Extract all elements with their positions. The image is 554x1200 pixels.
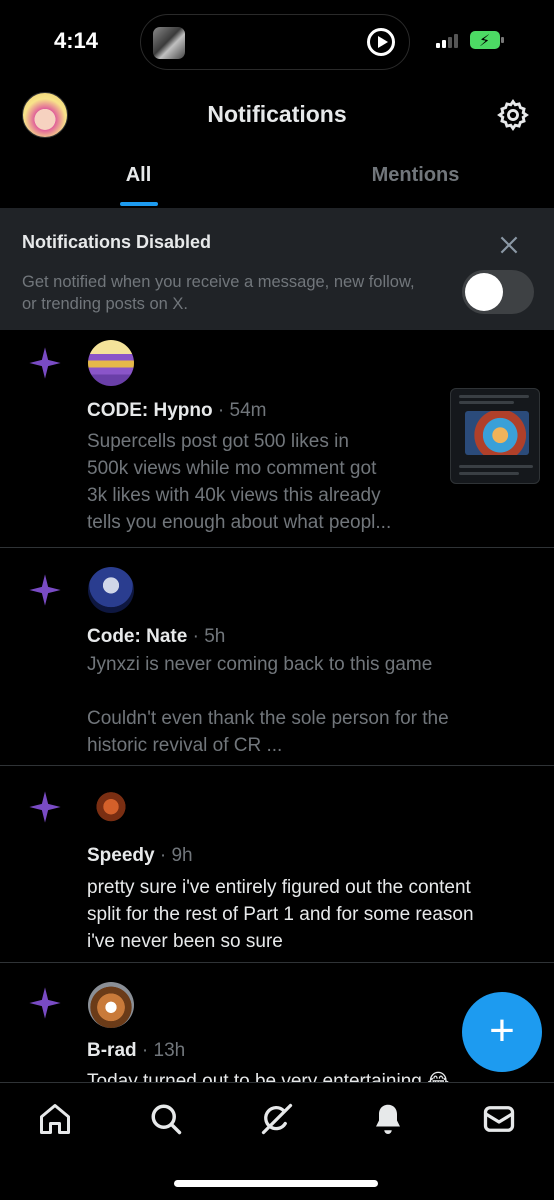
notification-text: pretty sure i've entirely figured out th… — [87, 877, 474, 952]
messages-icon[interactable] — [481, 1101, 517, 1137]
notification-tabs: All Mentions — [0, 150, 554, 206]
home-icon[interactable] — [37, 1101, 73, 1137]
now-playing-artwork — [153, 27, 185, 59]
notification-header: B-rad · 13h — [87, 1040, 185, 1062]
search-icon[interactable] — [148, 1101, 184, 1137]
status-bar: 4:14 ⚡ — [0, 0, 554, 86]
author-name[interactable]: B-rad — [87, 1040, 137, 1061]
battery-charging-icon: ⚡ — [470, 31, 504, 50]
sparkle-icon — [29, 987, 61, 1019]
notification-header: Code: Nate · 5h — [87, 626, 225, 648]
quoted-post-thumbnail[interactable] — [450, 388, 540, 484]
notification-header: CODE: Hypno · 54m — [87, 400, 266, 422]
avatar[interactable] — [88, 982, 134, 1028]
post-time: 9h — [171, 845, 193, 866]
avatar[interactable] — [88, 567, 134, 613]
avatar[interactable] — [88, 786, 134, 832]
tab-all[interactable]: All — [0, 150, 277, 206]
notifications-bell-icon[interactable] — [370, 1101, 406, 1137]
author-name[interactable]: Speedy — [87, 845, 155, 866]
tab-mentions[interactable]: Mentions — [277, 150, 554, 206]
separator-dot: · — [187, 626, 205, 647]
notifications-disabled-banner: Notifications Disabled Get notified when… — [0, 208, 554, 330]
post-image — [465, 411, 529, 455]
notification-text: Jynxzi is never coming back to this game… — [87, 654, 449, 756]
post-time: 54m — [229, 400, 267, 421]
author-name[interactable]: Code: Nate — [87, 626, 187, 647]
notification-text: Today turned out to be very entertaining… — [87, 1071, 450, 1082]
play-icon[interactable] — [367, 28, 395, 56]
close-icon[interactable] — [496, 232, 522, 258]
grok-icon[interactable] — [259, 1101, 295, 1137]
sparkle-icon — [29, 791, 61, 823]
home-indicator[interactable] — [174, 1180, 378, 1187]
banner-text: Get notified when you receive a message,… — [22, 273, 415, 313]
separator-dot: · — [212, 400, 230, 421]
notification-header: Speedy · 9h — [87, 845, 193, 867]
post-time: 13h — [153, 1040, 186, 1061]
notification-text: Supercells post got 500 likes in 500k vi… — [87, 431, 392, 533]
status-time: 4:14 — [54, 28, 99, 53]
post-time: 5h — [204, 626, 226, 647]
separator-dot: · — [154, 845, 172, 866]
separator-dot: · — [136, 1040, 154, 1061]
sparkle-icon — [29, 347, 61, 379]
dynamic-island[interactable] — [140, 14, 410, 70]
banner-title: Notifications Disabled — [22, 232, 212, 252]
author-name[interactable]: CODE: Hypno — [87, 400, 213, 421]
avatar[interactable] — [88, 340, 134, 386]
page-title: Notifications — [207, 101, 347, 127]
sparkle-icon — [29, 574, 61, 606]
compose-button[interactable]: + — [462, 992, 542, 1072]
gear-icon[interactable] — [496, 98, 530, 132]
notifications-toggle[interactable] — [462, 270, 534, 314]
cellular-signal-icon — [436, 34, 462, 48]
